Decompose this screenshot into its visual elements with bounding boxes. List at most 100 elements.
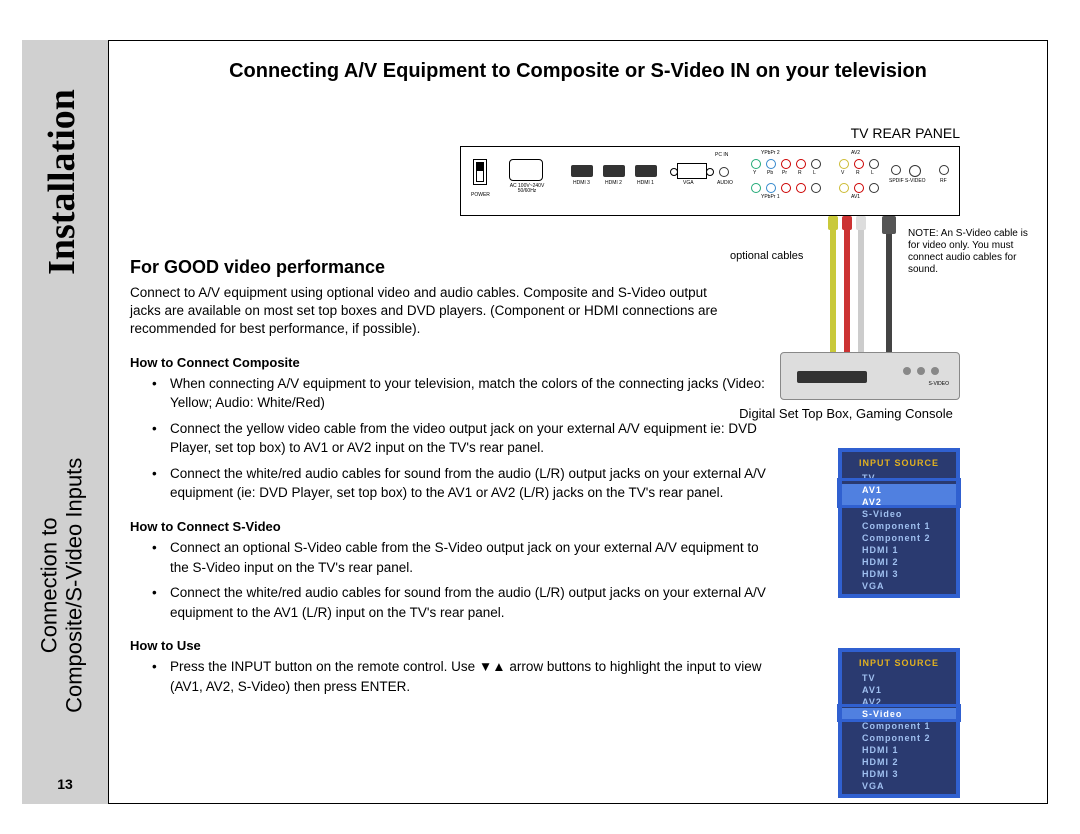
- pb-label: Pb: [767, 171, 773, 176]
- ac-inlet-icon: [509, 159, 543, 181]
- hdmi1-port-icon: [635, 165, 657, 177]
- av1-label: AV1: [851, 195, 860, 200]
- list-item: Connect an optional S-Video cable from t…: [152, 538, 770, 577]
- list-item: Press the INPUT button on the remote con…: [152, 657, 770, 696]
- v-label: V: [841, 171, 844, 176]
- hdmi3-label: HDMI 3: [573, 181, 590, 186]
- jack-av1-r: [854, 183, 864, 193]
- svideo-jack: [909, 165, 921, 177]
- plug-red: [842, 216, 852, 230]
- jack-r1: [796, 183, 806, 193]
- cable-svideo: [886, 234, 892, 352]
- power-switch-icon: [473, 159, 487, 185]
- jack-av2-r: [854, 159, 864, 169]
- stb-jack2: [917, 367, 925, 375]
- set-top-box-diagram: S-VIDEO: [780, 352, 960, 400]
- jack-l2: [811, 159, 821, 169]
- rf-label: RF: [940, 179, 947, 184]
- menu1-item-av1: AV1: [842, 484, 956, 496]
- menu1-header: INPUT SOURCE: [842, 456, 956, 472]
- ac-label: AC 100V~240V 50/60Hz: [505, 184, 549, 194]
- jack-av1-l: [869, 183, 879, 193]
- jack-pb2: [766, 159, 776, 169]
- page-number: 13: [22, 776, 108, 792]
- jack-av1-v: [839, 183, 849, 193]
- menu2-item-comp1: Component 1: [842, 720, 956, 732]
- plug-white: [856, 216, 866, 230]
- svideo-note: NOTE: An S-Video cable is for video only…: [908, 228, 1028, 276]
- menu2-item-hdmi1: HDMI 1: [842, 744, 956, 756]
- stb-tiny-label: S-VIDEO: [928, 381, 949, 387]
- list-item: When connecting A/V equipment to your te…: [152, 374, 770, 413]
- pr-label: Pr: [782, 171, 787, 176]
- r-label: R: [798, 171, 802, 176]
- menu2-item-vga: VGA: [842, 780, 956, 792]
- spdif-label: SPDIF: [889, 179, 904, 184]
- jack-pr2: [781, 159, 791, 169]
- input-source-menu-1: INPUT SOURCE TV AV1 AV2 S-Video Componen…: [838, 448, 960, 598]
- section-heading: Connection to Composite/S-Video Inputs: [37, 415, 88, 755]
- tv-rear-panel-diagram: POWER AC 100V~240V 50/60Hz HDMI 3 HDMI 2…: [460, 146, 960, 216]
- menu1-item-comp1: Component 1: [842, 520, 956, 532]
- optional-cables-label: optional cables: [730, 250, 803, 262]
- rf-jack: [939, 165, 949, 175]
- sidebar: Installation Connection to Composite/S-V…: [22, 40, 108, 804]
- cable-white: [858, 230, 864, 352]
- pcin-label: PC IN: [715, 153, 728, 158]
- plug-yellow: [828, 216, 838, 230]
- menu2-item-svideo: S-Video: [842, 708, 956, 720]
- av2-label: AV2: [851, 151, 860, 156]
- howtouse-list: Press the INPUT button on the remote con…: [130, 657, 770, 696]
- hdmi1-label: HDMI 1: [637, 181, 654, 186]
- vga-label: VGA: [683, 181, 694, 186]
- menu2-item-comp2: Component 2: [842, 732, 956, 744]
- menu1-item-hdmi2: HDMI 2: [842, 556, 956, 568]
- l-label: L: [813, 171, 816, 176]
- menu2-item-hdmi2: HDMI 2: [842, 756, 956, 768]
- cable-red: [844, 230, 850, 352]
- input-source-menu-2: INPUT SOURCE TV AV1 AV2 S-Video Componen…: [838, 648, 960, 798]
- jack-av2-v: [839, 159, 849, 169]
- pc-audio-jack-icon: [719, 167, 729, 177]
- rear-panel-label: TV REAR PANEL: [851, 125, 960, 141]
- list-item: Connect the white/red audio cables for s…: [152, 464, 770, 503]
- y-label: Y: [753, 171, 756, 176]
- cable-yellow: [830, 230, 836, 352]
- menu1-item-hdmi3: HDMI 3: [842, 568, 956, 580]
- power-label: POWER: [471, 193, 490, 198]
- svideo-label-panel: S-VIDEO: [905, 179, 926, 184]
- menu1-item-vga: VGA: [842, 580, 956, 592]
- menu2-item-hdmi3: HDMI 3: [842, 768, 956, 780]
- hdmi3-port-icon: [571, 165, 593, 177]
- page-title: Connecting A/V Equipment to Composite or…: [130, 60, 1026, 83]
- list-item: Connect the white/red audio cables for s…: [152, 583, 770, 622]
- svideo-list: Connect an optional S-Video cable from t…: [130, 538, 770, 622]
- stb-jack3: [903, 367, 911, 375]
- menu1-item-tv: TV: [842, 472, 956, 484]
- menu2-item-av2: AV2: [842, 696, 956, 708]
- menu2-header: INPUT SOURCE: [842, 656, 956, 672]
- menu2-item-tv: TV: [842, 672, 956, 684]
- menu1-item-hdmi1: HDMI 1: [842, 544, 956, 556]
- chapter-heading: Installation: [40, 42, 84, 322]
- section-line2: Composite/S-Video Inputs: [62, 458, 87, 713]
- stb-jack1: [931, 367, 939, 375]
- hdmi2-port-icon: [603, 165, 625, 177]
- menu1-item-comp2: Component 2: [842, 532, 956, 544]
- ypbpr1-label: YPbPr 1: [761, 195, 780, 200]
- menu2-item-av1: AV1: [842, 684, 956, 696]
- jack-pb1: [766, 183, 776, 193]
- menu1-item-av2: AV2: [842, 496, 956, 508]
- list-item: Connect the yellow video cable from the …: [152, 419, 770, 458]
- ypbpr2-label: YPbPr 2: [761, 151, 780, 156]
- jack-av2-l: [869, 159, 879, 169]
- jack-r2: [796, 159, 806, 169]
- jack-l1: [811, 183, 821, 193]
- section-line1: Connection to: [37, 517, 62, 653]
- l2-label: L: [871, 171, 874, 176]
- plug-svideo: [882, 216, 896, 234]
- stb-slot-icon: [797, 371, 867, 383]
- composite-list: When connecting A/V equipment to your te…: [130, 374, 770, 503]
- jack-y2: [751, 159, 761, 169]
- spdif-jack: [891, 165, 901, 175]
